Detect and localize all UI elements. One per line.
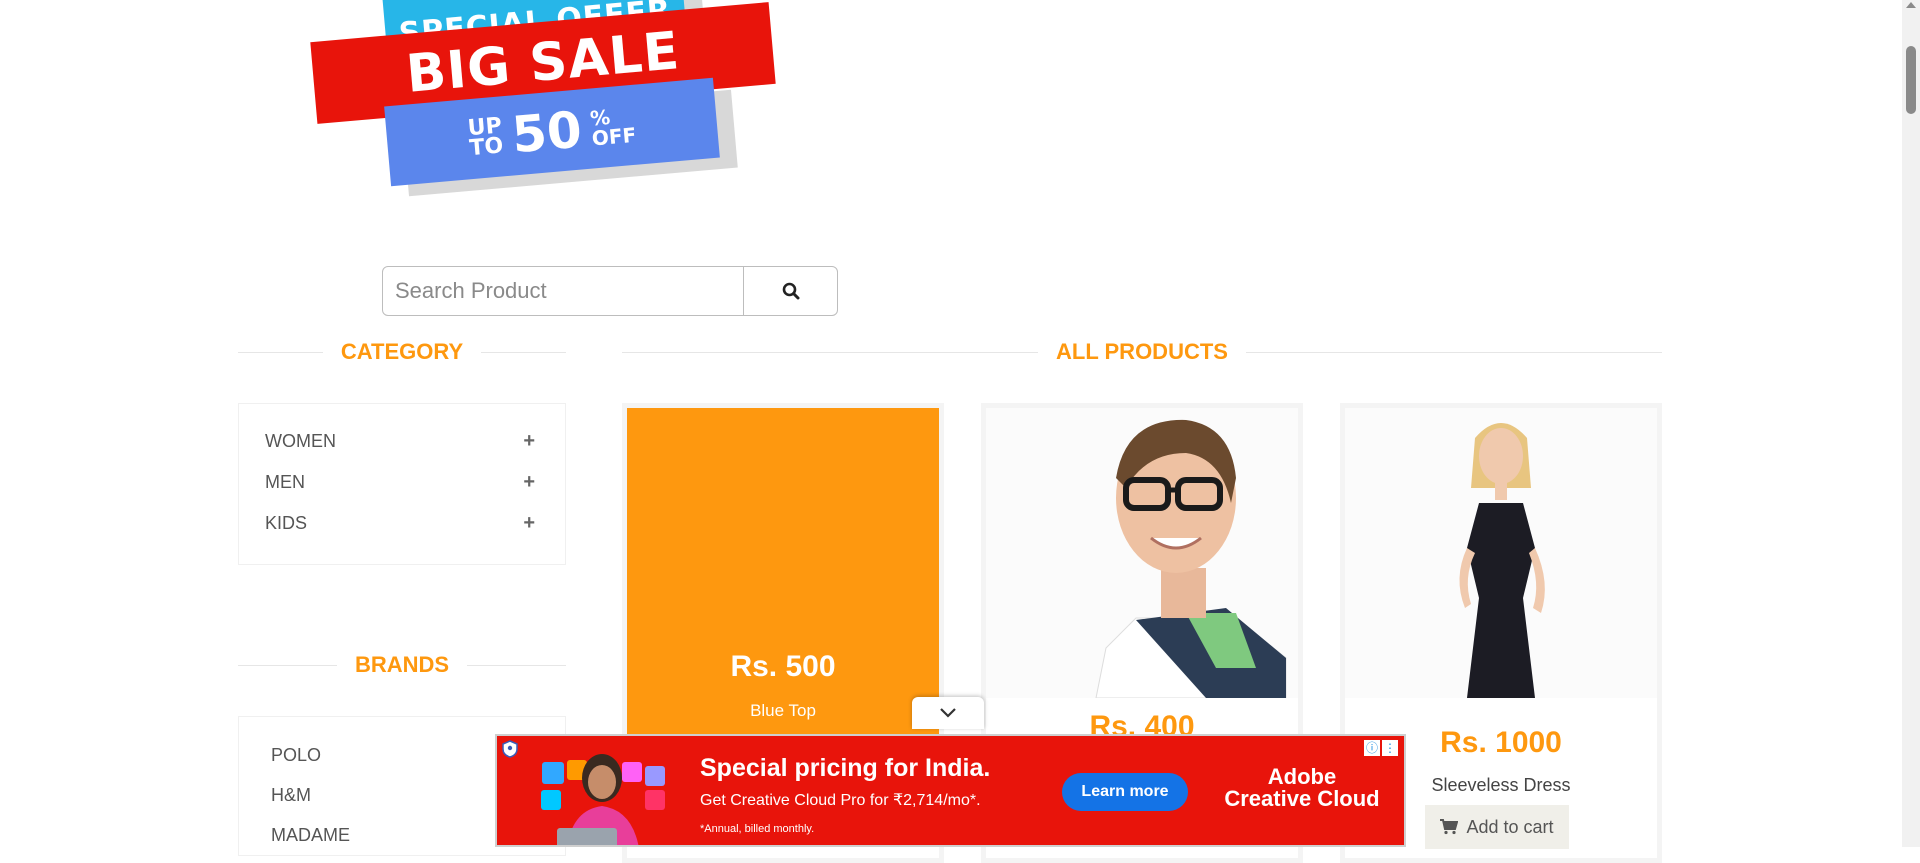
add-to-cart-button[interactable]: Add to cart xyxy=(1425,805,1569,849)
plus-icon[interactable]: + xyxy=(523,512,535,535)
category-heading: CATEGORY xyxy=(238,337,567,367)
banner-percent-value: 50 xyxy=(509,100,585,165)
divider xyxy=(622,351,1039,353)
banner-off: OFF xyxy=(590,122,638,151)
search-input[interactable] xyxy=(382,266,770,316)
banner-to: TO xyxy=(468,133,505,162)
banner-up-to: UP TO xyxy=(467,113,505,162)
add-to-cart-label: Add to cart xyxy=(1466,816,1554,837)
ad-brand-line1: Adobe xyxy=(1267,764,1337,789)
brands-heading: BRANDS xyxy=(238,650,566,680)
divider xyxy=(467,664,566,666)
divider xyxy=(481,351,567,353)
brand-item-polo[interactable]: POLO xyxy=(271,745,321,766)
category-item-men[interactable]: MEN + xyxy=(265,467,535,497)
search-bar xyxy=(382,266,838,316)
category-item-label: MEN xyxy=(265,471,305,492)
search-icon xyxy=(782,282,799,300)
ad-collapse-button[interactable] xyxy=(912,697,984,729)
category-item-label: KIDS xyxy=(265,512,308,533)
category-title: CATEGORY xyxy=(340,339,464,364)
ad-subline: Get Creative Cloud Pro for ₹2,714/mo*. xyxy=(700,792,981,809)
product-photo-dress xyxy=(1345,408,1657,698)
divider xyxy=(238,351,323,353)
divider xyxy=(1245,351,1662,353)
plus-icon[interactable]: + xyxy=(523,430,535,453)
chevron-down-icon xyxy=(940,708,956,718)
ad-brand-logo: Adobe Creative Cloud xyxy=(1217,766,1387,810)
brand-item-madame[interactable]: MADAME xyxy=(271,825,350,846)
products-title: ALL PRODUCTS xyxy=(1056,339,1228,364)
product-image xyxy=(986,408,1298,699)
brand-item-hm[interactable]: H&M xyxy=(271,785,311,806)
search-button[interactable] xyxy=(743,266,838,316)
category-item-kids[interactable]: KIDS + xyxy=(265,508,535,538)
scroll-up-arrow-icon[interactable] xyxy=(1906,2,1916,8)
category-panel: WOMEN + MEN + KIDS + xyxy=(238,403,566,565)
ad-info-controls: ⓘ ⋮ xyxy=(1364,740,1398,756)
sale-banner: SPECIAL OFFER BIG SALE UP TO 50 % OFF xyxy=(305,0,805,197)
ad-brand-line2: Creative Cloud xyxy=(1224,786,1380,811)
info-icon[interactable]: ⓘ xyxy=(1364,740,1380,756)
products-heading: ALL PRODUCTS xyxy=(622,337,1662,367)
product-price: Rs. 500 xyxy=(730,650,836,683)
ad-banner[interactable]: Special pricing for India. Get Creative … xyxy=(495,734,1406,847)
product-overlay[interactable]: Rs. 500 Blue Top xyxy=(627,408,939,768)
more-options-icon[interactable]: ⋮ xyxy=(1382,740,1398,756)
banner-percent-off: % OFF xyxy=(589,105,638,151)
ad-note: *Annual, billed monthly. xyxy=(700,823,815,835)
cart-icon xyxy=(1440,819,1459,835)
scrollbar[interactable] xyxy=(1902,0,1920,847)
divider xyxy=(238,664,337,666)
learn-more-button[interactable]: Learn more xyxy=(1062,773,1188,811)
product-name: Blue Top xyxy=(750,701,816,720)
scrollbar-thumb[interactable] xyxy=(1906,46,1916,114)
ad-illustration xyxy=(541,754,665,845)
shield-icon xyxy=(502,740,518,758)
category-item-women[interactable]: WOMEN + xyxy=(265,426,535,456)
category-item-label: WOMEN xyxy=(265,430,336,451)
ad-headline: Special pricing for India. xyxy=(700,754,991,782)
plus-icon[interactable]: + xyxy=(523,471,535,494)
product-image xyxy=(1345,408,1657,698)
brands-title: BRANDS xyxy=(354,652,450,677)
product-photo-man xyxy=(986,408,1298,699)
